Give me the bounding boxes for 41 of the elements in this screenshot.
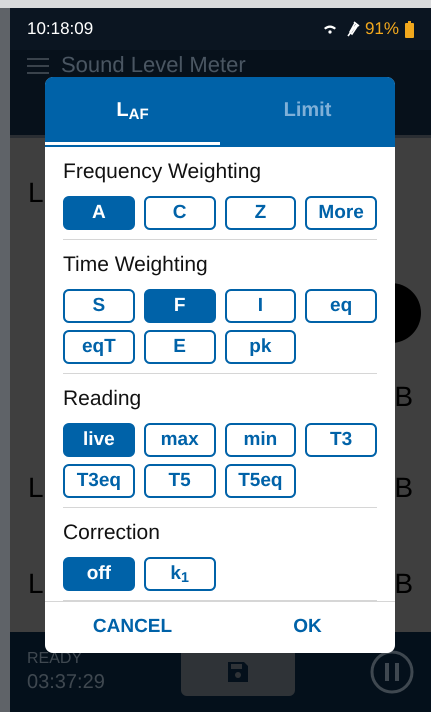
- pause-icon[interactable]: [370, 650, 414, 694]
- option-button[interactable]: pk: [224, 330, 296, 364]
- option-button[interactable]: max: [144, 423, 216, 457]
- dialog-action-button[interactable]: CANCEL: [84, 609, 180, 646]
- probe-icon: [344, 20, 361, 38]
- section-title: Time Weighting: [63, 252, 209, 278]
- option-button[interactable]: S: [63, 289, 135, 323]
- battery-percent: 91%: [364, 18, 399, 40]
- option-button[interactable]: T3eq: [63, 464, 135, 498]
- section-title: Correction: [63, 520, 161, 546]
- reading-label: L: [28, 471, 44, 505]
- option-button[interactable]: k$_{1}$: [144, 557, 216, 591]
- option-button[interactable]: T5: [144, 464, 216, 498]
- option-button[interactable]: C: [144, 196, 216, 230]
- option-button[interactable]: eq: [305, 289, 377, 323]
- app-title: Sound Level Meter: [61, 53, 246, 77]
- section-title: Frequency Weighting: [63, 159, 262, 185]
- unit-label: B: [394, 380, 413, 414]
- option-button[interactable]: off: [63, 557, 135, 591]
- clock-time: 10:18:09: [27, 18, 94, 40]
- option-button[interactable]: E: [144, 330, 216, 364]
- option-button[interactable]: T5eq: [224, 464, 296, 498]
- option-button[interactable]: More: [305, 196, 377, 230]
- option-button[interactable]: live: [63, 423, 135, 457]
- section-title: Reading: [63, 386, 142, 412]
- elapsed-time: 03:37:29: [27, 670, 106, 695]
- option-button[interactable]: eqT: [63, 330, 135, 364]
- wifi-icon: [322, 24, 337, 34]
- option-button[interactable]: F: [144, 289, 216, 323]
- option-button[interactable]: T3: [305, 423, 377, 457]
- option-button[interactable]: Z: [224, 196, 296, 230]
- option-button[interactable]: I: [224, 289, 296, 323]
- option-button[interactable]: min: [224, 423, 296, 457]
- option-button[interactable]: A: [63, 196, 135, 230]
- reading-label: L: [28, 567, 44, 601]
- dialog-action-button[interactable]: OK: [285, 609, 330, 646]
- dialog-tab[interactable]: L$_{AF}$: [45, 77, 220, 145]
- unit-label: B: [394, 471, 413, 505]
- battery-icon: [405, 20, 414, 38]
- unit-label: B: [394, 567, 413, 601]
- reading-label: L: [28, 176, 44, 210]
